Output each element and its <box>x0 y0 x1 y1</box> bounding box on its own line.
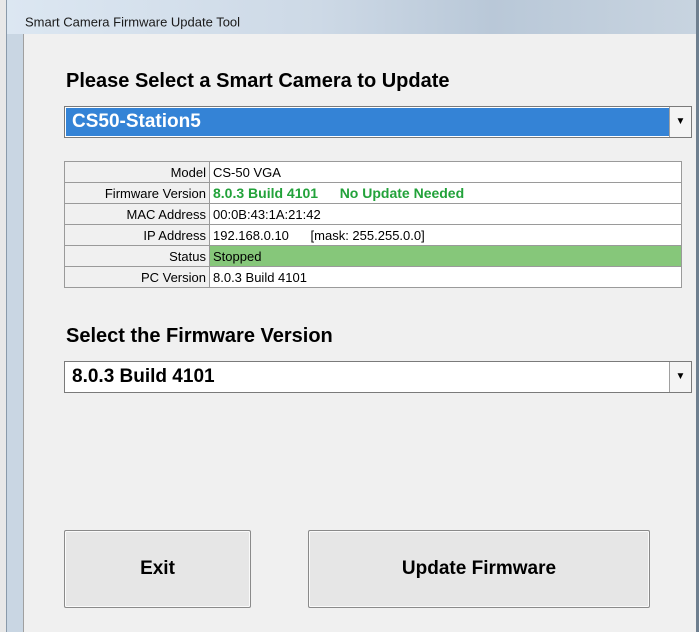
camera-info-table: Model CS-50 VGA Firmware Version 8.0.3 B… <box>64 161 682 288</box>
mac-address-label: MAC Address <box>64 203 210 225</box>
table-row: Model CS-50 VGA <box>64 161 682 183</box>
title-bar[interactable]: Smart Camera Firmware Update Tool <box>7 0 699 34</box>
update-firmware-button[interactable]: Update Firmware <box>308 530 650 608</box>
camera-select-heading: Please Select a Smart Camera to Update <box>66 70 450 92</box>
table-row: PC Version 8.0.3 Build 4101 <box>64 266 682 288</box>
status-value: Stopped <box>209 245 682 267</box>
subnet-mask-value: [mask: 255.255.0.0] <box>310 227 425 243</box>
firmware-version-cell: 8.0.3 Build 4101 No Update Needed <box>209 182 682 204</box>
ip-address-value: 192.168.0.10 <box>213 227 289 243</box>
firmware-update-note: No Update Needed <box>339 185 465 201</box>
window-title: Smart Camera Firmware Update Tool <box>25 14 241 30</box>
mac-address-value: 00:0B:43:1A:21:42 <box>209 203 682 225</box>
table-row: Status Stopped <box>64 245 682 267</box>
ip-address-label: IP Address <box>64 224 210 246</box>
table-row: Firmware Version 8.0.3 Build 4101 No Upd… <box>64 182 682 204</box>
camera-select-dropdown[interactable]: CS50-Station5 ▼ <box>64 106 692 138</box>
model-value: CS-50 VGA <box>209 161 682 183</box>
status-label: Status <box>64 245 210 267</box>
chevron-down-icon[interactable]: ▼ <box>669 362 691 392</box>
firmware-version-dropdown[interactable]: 8.0.3 Build 4101 ▼ <box>64 361 692 393</box>
pc-version-label: PC Version <box>64 266 210 288</box>
table-row: MAC Address 00:0B:43:1A:21:42 <box>64 203 682 225</box>
client-area: Please Select a Smart Camera to Update C… <box>23 34 699 632</box>
table-row: IP Address 192.168.0.10 [mask: 255.255.0… <box>64 224 682 246</box>
selected-firmware-version[interactable]: 8.0.3 Build 4101 <box>66 363 669 391</box>
app-window: Smart Camera Firmware Update Tool Please… <box>6 0 699 632</box>
model-label: Model <box>64 161 210 183</box>
firmware-version-value: 8.0.3 Build 4101 <box>213 185 319 201</box>
ip-address-cell: 192.168.0.10 [mask: 255.255.0.0] <box>209 224 682 246</box>
firmware-version-label: Firmware Version <box>64 182 210 204</box>
selected-camera[interactable]: CS50-Station5 <box>66 108 669 136</box>
firmware-select-heading: Select the Firmware Version <box>66 325 333 347</box>
exit-button[interactable]: Exit <box>64 530 251 608</box>
pc-version-value: 8.0.3 Build 4101 <box>209 266 682 288</box>
chevron-down-icon[interactable]: ▼ <box>669 107 691 137</box>
